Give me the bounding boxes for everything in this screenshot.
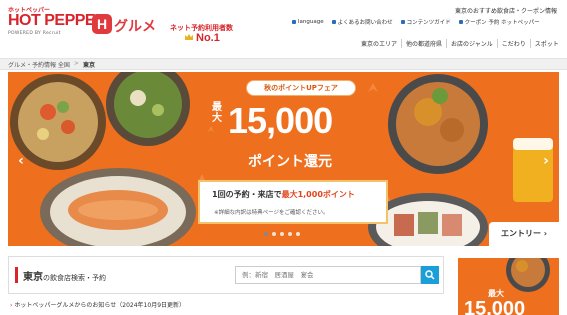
utility-links: language よくあるお問い合わせ コンテンツガイド クーポン 予約 ホット… xyxy=(292,18,540,26)
info-highlight: 最大1,000ポイント xyxy=(281,190,355,199)
promo-value: No.1 xyxy=(196,32,220,44)
util-link-faq[interactable]: よくあるお問い合わせ xyxy=(331,18,393,26)
carousel-next-icon[interactable]: › xyxy=(539,150,553,172)
search-section: 東京の飲食店検索・予約 xyxy=(8,256,444,294)
entry-button[interactable]: エントリー › xyxy=(489,222,559,246)
carousel-dot[interactable] xyxy=(280,232,284,236)
gnav-area[interactable]: 東京のエリア xyxy=(357,39,401,48)
carousel-dot[interactable] xyxy=(296,232,300,236)
chevron-right-icon: › xyxy=(10,302,13,309)
gnav-spots[interactable]: スポット xyxy=(529,39,563,48)
chevron-right-icon: › xyxy=(543,229,548,238)
gourmet-mark-icon[interactable]: H xyxy=(92,14,112,34)
search-input[interactable] xyxy=(235,266,421,284)
site-header: ホットペッパー HOT PEPPER POWERED BY Recruit H … xyxy=(0,0,567,58)
util-link-guide[interactable]: コンテンツガイド xyxy=(400,18,451,26)
breadcrumb: グルメ・予約情報 全国 > 東京 xyxy=(8,60,95,69)
carousel-prev-icon[interactable]: ‹ xyxy=(14,150,28,172)
side-point-amount: 15,000 xyxy=(464,298,526,315)
hero-banner[interactable]: 秋のポイントUPフェア 最大 15,000 ポイント還元 1回の予約・来店で最大… xyxy=(8,72,559,246)
campaign-info-box: 1回の予約・来店で最大1,000ポイント ※詳細な内訳は特典ページをご確認くださ… xyxy=(198,180,388,224)
gnav-features[interactable]: こだわり xyxy=(496,39,530,48)
carousel-dots xyxy=(264,232,300,236)
globe-icon xyxy=(292,20,296,24)
top-note: 東京のおすすめ飲食店・クーポン情報 xyxy=(454,8,557,15)
gourmet-logo[interactable]: グルメ xyxy=(114,16,156,36)
info-note: ※詳細な内訳は特典ページをご確認ください。 xyxy=(214,210,329,216)
coupon-icon xyxy=(458,20,463,24)
search-button[interactable] xyxy=(421,266,439,284)
breadcrumb-national[interactable]: グルメ・予約情報 全国 xyxy=(8,60,70,69)
util-link-language[interactable]: language xyxy=(292,18,324,26)
question-icon xyxy=(331,20,336,24)
breadcrumb-current: 東京 xyxy=(82,62,95,69)
breadcrumb-separator: > xyxy=(73,60,79,67)
point-return-text: ポイント還元 xyxy=(248,154,332,170)
campaign-tag: 秋のポイントUPフェア xyxy=(246,80,356,96)
gnav-genre[interactable]: お店のジャンル xyxy=(446,39,497,48)
carousel-dot[interactable] xyxy=(264,232,268,236)
point-amount: 15,000 xyxy=(228,100,333,141)
side-ad-banner[interactable]: 最大 15,000 xyxy=(458,258,559,315)
powered-by-text: POWERED BY Recruit xyxy=(8,31,61,36)
title-accent-bar xyxy=(15,267,18,283)
gnav-prefectures[interactable]: 他の都道府県 xyxy=(401,39,446,48)
search-subtitle: の飲食店検索・予約 xyxy=(43,274,106,282)
carousel-dot[interactable] xyxy=(288,232,292,236)
global-nav: 東京のエリア 他の都道府県 お店のジャンル こだわり スポット xyxy=(357,39,563,48)
info-main-text: 1回の予約・来店で最大1,000ポイント xyxy=(212,190,355,199)
carousel-dot[interactable] xyxy=(272,232,276,236)
search-icon xyxy=(425,270,435,280)
search-title: 東京の飲食店検索・予約 xyxy=(23,272,106,283)
crown-icon xyxy=(185,34,193,40)
breadcrumb-bar: グルメ・予約情報 全国 > 東京 xyxy=(0,58,567,70)
util-link-coupon[interactable]: クーポン 予約 ホットペッパー xyxy=(458,18,540,26)
max-label: 最大 xyxy=(212,102,222,124)
guide-icon xyxy=(400,20,405,24)
news-link[interactable]: › ホットペッパーグルメからのお知らせ（2024年10月9日更新） xyxy=(10,300,185,309)
